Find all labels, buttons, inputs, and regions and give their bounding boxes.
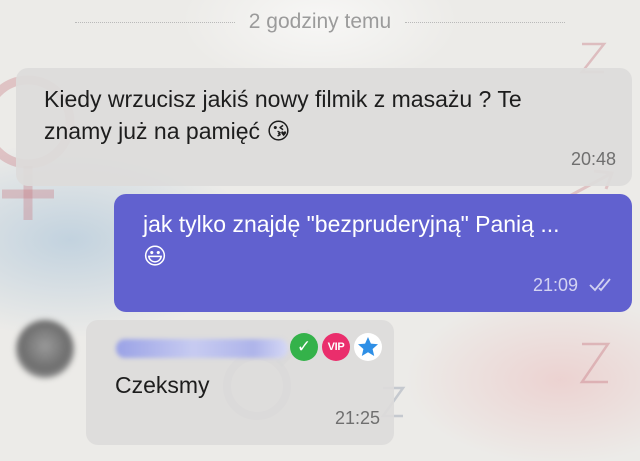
message-time: 21:25 [334,408,380,428]
double-check-read-icon [589,278,611,292]
grinning-face-emoji-icon: 😃 [143,243,167,269]
message-text: Kiedy wrzucisz jakiś nowy filmik z masaż… [44,83,604,147]
z-letter-doodle-icon [579,342,611,384]
date-separator-label: 2 godziny temu [248,10,392,33]
message-text: jak tylko znajdę "bezpruderyjną" Panią .… [143,208,613,272]
message-time: 21:09 [532,275,578,295]
sender-avatar[interactable] [16,320,74,378]
star-badge-icon [354,333,382,361]
message-text: Czeksmy [115,372,210,398]
message-text-line: znamy już na pamięć [44,118,267,144]
kissing-face-emoji-icon: 😘 [266,118,291,144]
incoming-message-bubble[interactable]: ✓ VIP Czeksmy 21:25 [86,320,394,445]
message-text-line: jak tylko znajdę "bezpruderyjną" Panią .… [143,211,560,237]
vip-badge-icon: VIP [322,333,350,361]
message-text-line: Kiedy wrzucisz jakiś nowy filmik z masaż… [44,86,522,112]
verified-badge-icon: ✓ [290,333,318,361]
outgoing-message-bubble[interactable]: jak tylko znajdę "bezpruderyjną" Panią .… [114,194,632,312]
message-time: 20:48 [570,149,616,169]
date-separator: 2 godziny temu [0,8,640,36]
incoming-message-bubble[interactable]: Kiedy wrzucisz jakiś nowy filmik z masaż… [16,68,632,186]
separator-line [405,21,566,23]
separator-line [74,21,235,23]
sender-name-blurred[interactable] [116,339,288,358]
